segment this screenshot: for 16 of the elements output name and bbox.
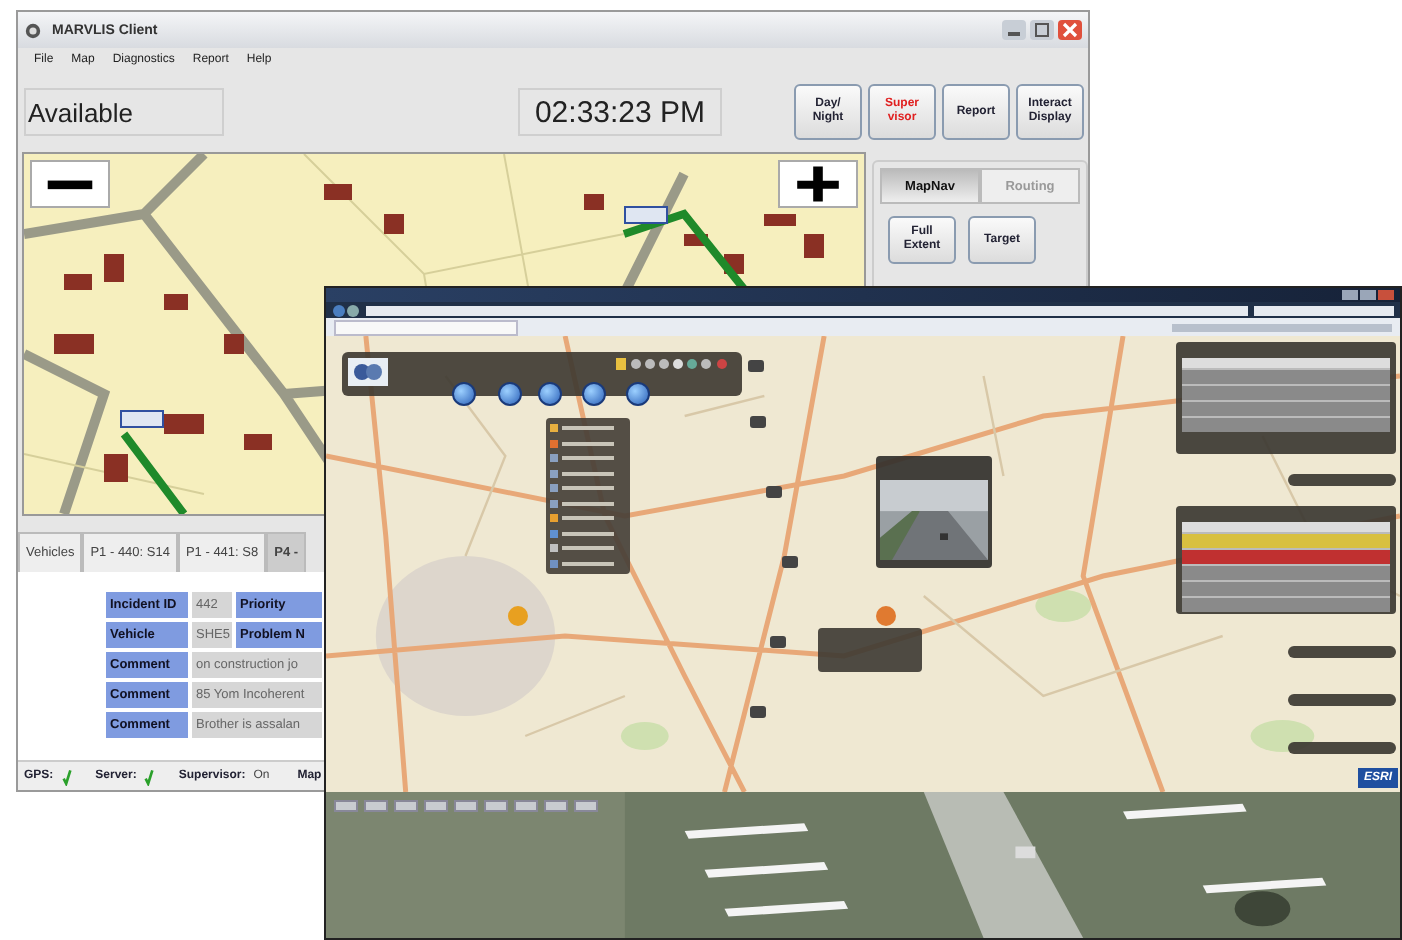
- zoom-in-button[interactable]: [778, 160, 858, 208]
- app-icon: [24, 21, 42, 39]
- minimize-icon[interactable]: [1002, 20, 1026, 40]
- vehicle-icon: [120, 410, 164, 428]
- back-forward-icon[interactable]: [332, 303, 360, 317]
- check-icon: [61, 767, 72, 785]
- vehicle-icon: [624, 206, 668, 224]
- close-icon[interactable]: [1058, 20, 1082, 40]
- maximize-icon[interactable]: [1030, 20, 1054, 40]
- zoom-out-button[interactable]: [30, 160, 110, 208]
- plus-icon: [794, 166, 842, 202]
- search-field[interactable]: [1254, 305, 1394, 315]
- check-icon: [144, 767, 155, 785]
- status-field: Available: [24, 88, 224, 136]
- clock-field: 02:33:23 PM: [518, 88, 722, 136]
- address-field[interactable]: [366, 305, 1248, 315]
